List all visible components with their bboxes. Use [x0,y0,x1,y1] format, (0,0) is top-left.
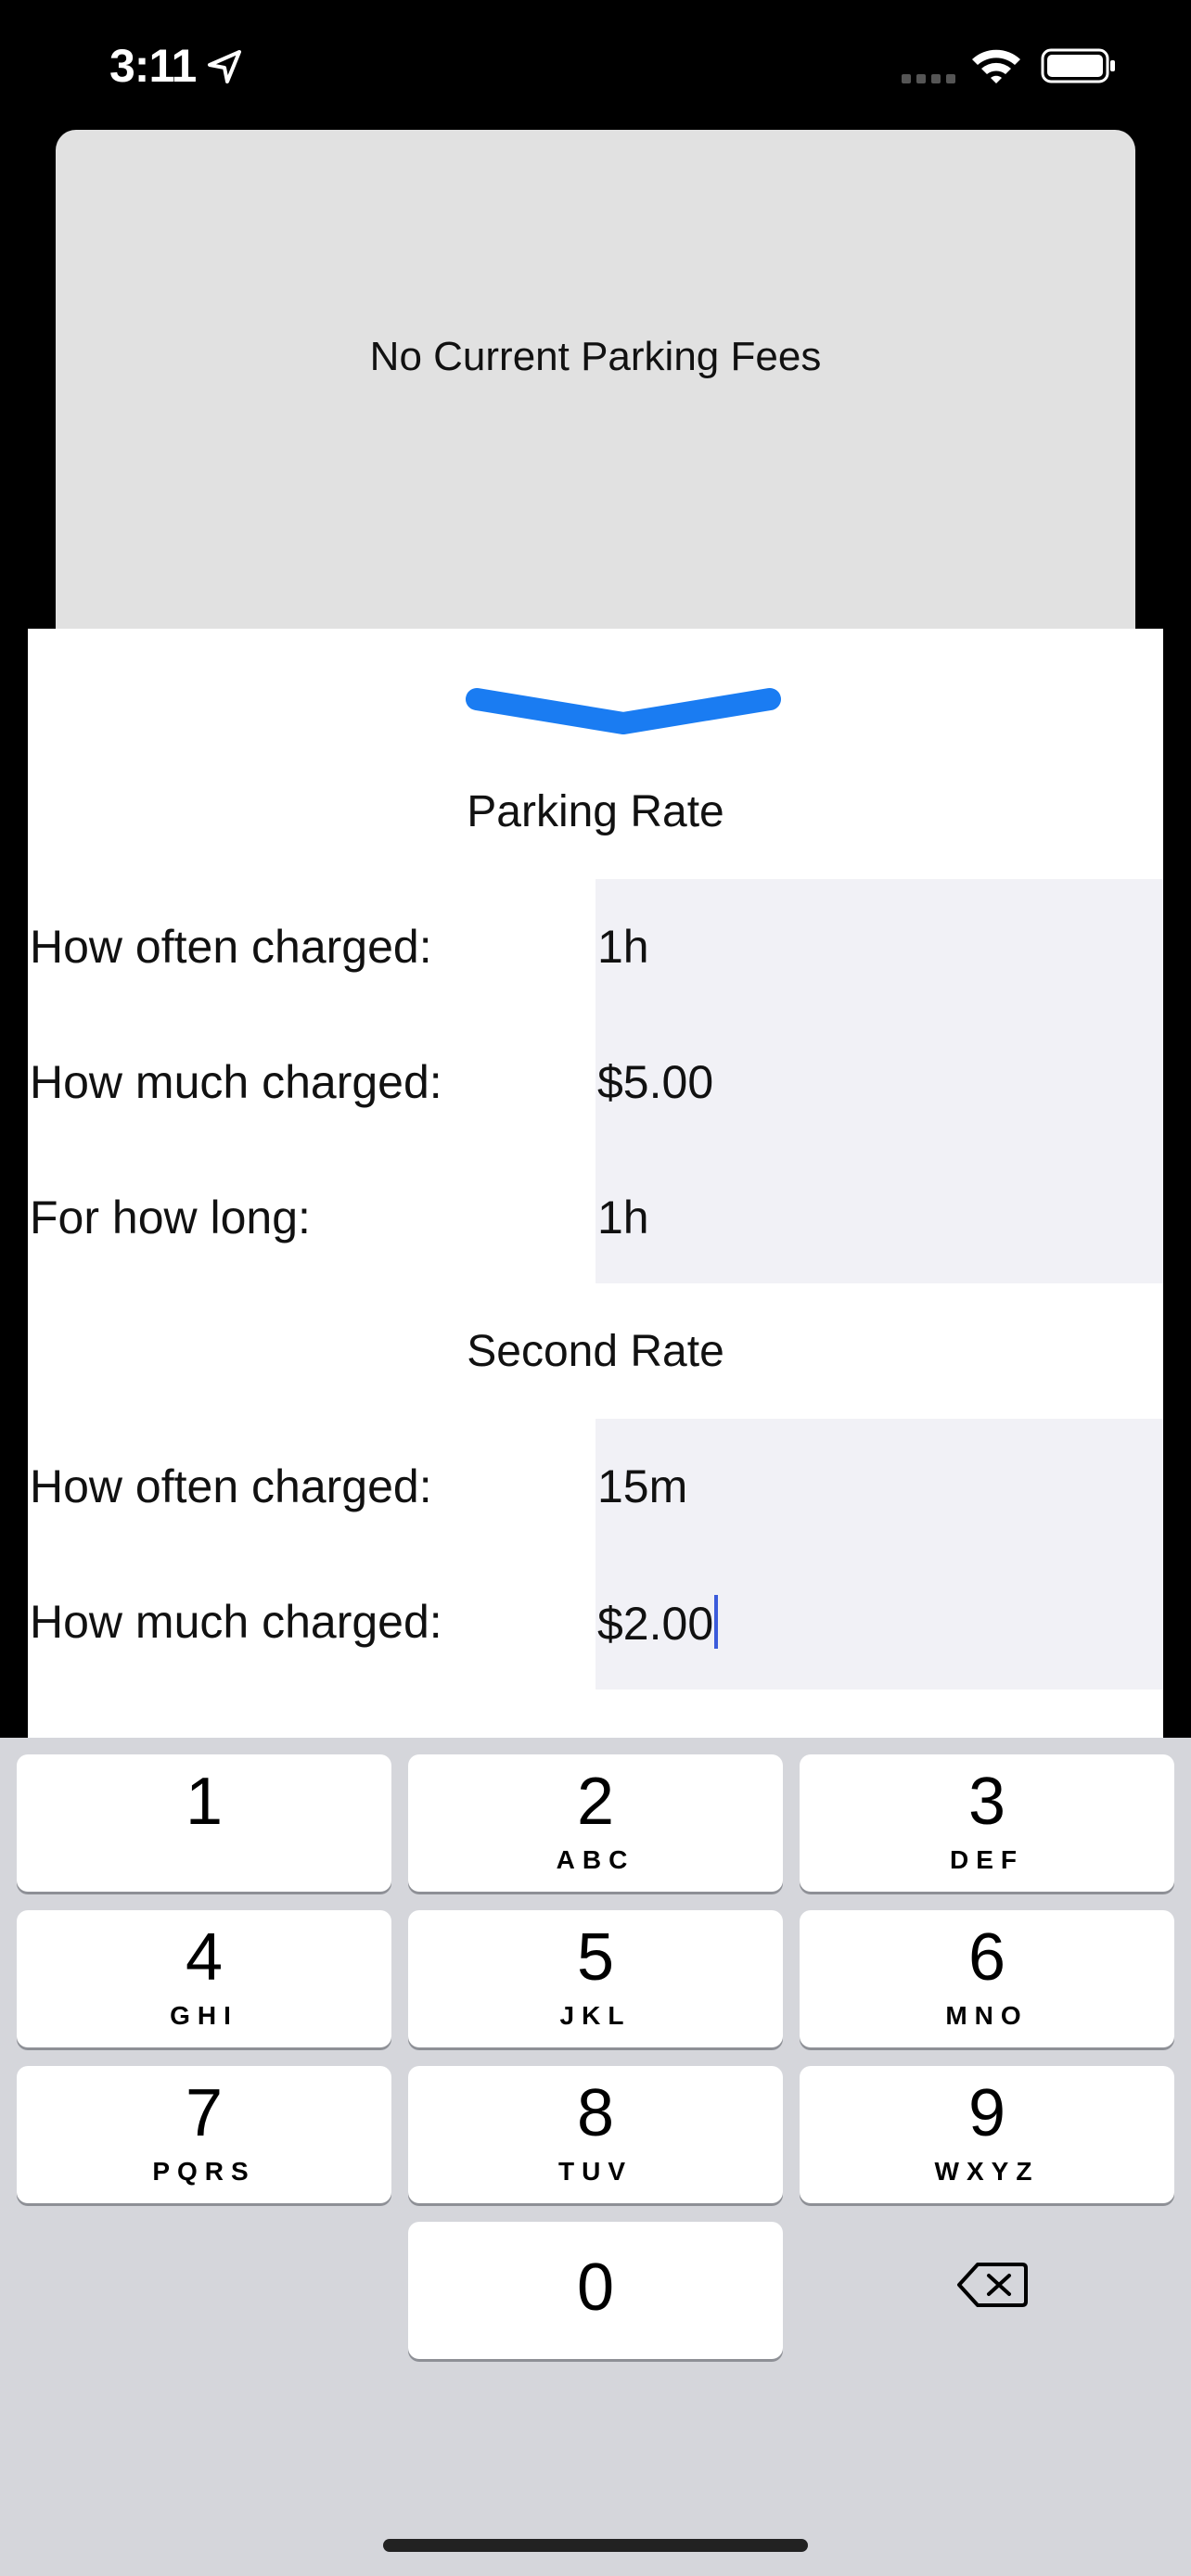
key-digit: 7 [185,2076,224,2150]
parking-fees-card: No Current Parking Fees [56,130,1135,649]
key-2[interactable]: 2 ABC [408,1754,783,1892]
key-digit: 2 [576,1765,615,1839]
text-cursor [714,1595,719,1649]
wifi-icon [972,49,1020,83]
for-how-long-field[interactable]: 1h [597,1191,649,1244]
location-arrow-icon [208,50,241,83]
key-digit: 1 [185,1765,224,1839]
key-digit: 5 [576,1920,615,1995]
parking-rate-title: Parking Rate [467,787,724,836]
second-how-often-charged-field[interactable]: 15m [597,1460,687,1513]
key-6[interactable]: 6 MNO [800,1910,1174,2047]
key-1[interactable]: 1 [17,1754,391,1892]
key-letters: WXYZ [934,2157,1040,2186]
row-label: How much charged: [30,1596,442,1648]
status-time: 3:11 [109,40,197,92]
row-label: How often charged: [30,1460,432,1512]
row-label: How much charged: [30,1056,442,1108]
key-letters: JKL [559,2001,632,2030]
key-3[interactable]: 3 DEF [800,1754,1174,1892]
second-how-much-charged-field[interactable]: $2.00 [597,1595,719,1651]
row-label: For how long: [30,1192,311,1243]
key-digit: 9 [967,2076,1006,2150]
key-digit: 4 [185,1920,224,1995]
home-indicator[interactable] [383,2539,808,2552]
field-value: $2.00 [597,1598,714,1650]
key-0[interactable]: 0 [408,2222,783,2359]
key-digit: 0 [576,2251,615,2325]
key-letters: PQRS [152,2157,256,2186]
numeric-keypad: 1 2 ABC 3 DEF 4 GHI 5 JKL 6 MNO 7 PQRS 8… [0,1738,1191,2576]
status-bar: 3:11 [0,0,1191,130]
key-8[interactable]: 8 TUV [408,2066,783,2203]
battery-icon [1041,48,1115,83]
backspace-icon[interactable] [955,2259,1030,2311]
key-letters: GHI [170,2001,238,2030]
parking-rate-sheet: Parking Rate How often charged: 1h How m… [28,629,1163,1741]
how-much-charged-field[interactable]: $5.00 [597,1055,713,1109]
parking-fees-text: No Current Parking Fees [369,334,822,379]
second-rate-title: Second Rate [467,1327,724,1376]
how-often-charged-field[interactable]: 1h [597,920,649,974]
key-digit: 6 [967,1920,1006,1995]
key-digit: 3 [967,1765,1006,1839]
key-9[interactable]: 9 WXYZ [800,2066,1174,2203]
key-5[interactable]: 5 JKL [408,1910,783,2047]
key-letters: DEF [950,1845,1024,1874]
cellular-signal-icon [902,74,955,83]
row-label: How often charged: [30,921,432,973]
key-letters: MNO [945,2001,1029,2030]
key-letters: TUV [558,2157,633,2186]
key-4[interactable]: 4 GHI [17,1910,391,2047]
chevron-down-icon[interactable] [464,682,783,738]
key-letters: ABC [556,1845,635,1874]
key-7[interactable]: 7 PQRS [17,2066,391,2203]
key-digit: 8 [576,2076,615,2150]
